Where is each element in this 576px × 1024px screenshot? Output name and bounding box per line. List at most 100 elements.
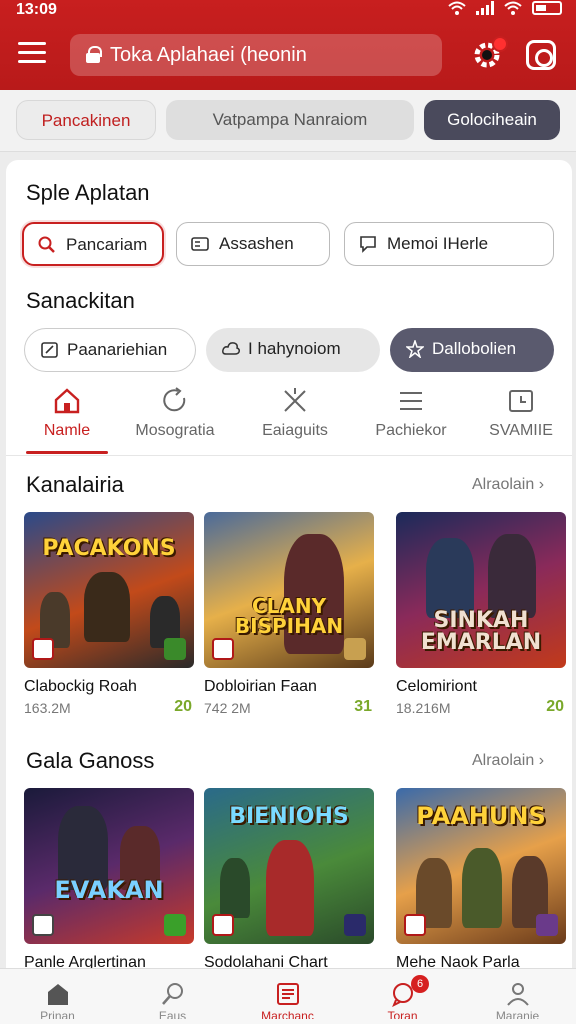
character-figure bbox=[462, 848, 502, 928]
bottom-nav-document[interactable]: Marchanc bbox=[230, 969, 345, 1024]
thumbnail-title: BIENIOHS bbox=[229, 804, 349, 829]
game-thumbnail: EVAKAN bbox=[24, 788, 194, 944]
top-tab-bar: Pancakinen Vatpampa Nanraiom Golociheain bbox=[0, 90, 576, 152]
chip-search[interactable]: Pancariam bbox=[22, 222, 164, 266]
game-rating: 20 bbox=[546, 698, 564, 715]
rating-badge-icon bbox=[344, 638, 366, 660]
rating-badge-icon bbox=[344, 914, 366, 936]
menu-icon[interactable] bbox=[18, 42, 46, 66]
signal-icon bbox=[476, 1, 494, 15]
document-icon bbox=[276, 983, 299, 1005]
character-figure bbox=[84, 572, 130, 642]
section1-title: Sple Aplatan bbox=[26, 180, 150, 205]
category-eaiaguits[interactable]: Eaiaguits bbox=[240, 376, 350, 452]
top-tab-3[interactable]: Golociheain bbox=[424, 100, 560, 140]
game-card[interactable]: PACAKONS Clabockig Roah 163.2M 20 bbox=[24, 512, 194, 716]
top-tab-2[interactable]: Vatpampa Nanraiom bbox=[166, 100, 414, 140]
home-icon bbox=[47, 984, 68, 1005]
game-thumbnail: PACAKONS bbox=[24, 512, 194, 668]
thumbnail-title: PAAHUNS bbox=[416, 802, 546, 830]
thumbnail-title: PACAKONS bbox=[42, 536, 176, 561]
message-icon bbox=[360, 236, 376, 253]
character-figure bbox=[488, 534, 536, 618]
chat-badge: 6 bbox=[411, 975, 429, 993]
chip-hahynoiom-label: I hahynoiom bbox=[248, 339, 341, 358]
category-eaiaguits-label: Eaiaguits bbox=[262, 422, 328, 439]
chip-paanariehian-label: Paanariehian bbox=[67, 340, 168, 359]
game-card[interactable]: BIENIOHS Sodolahani Chart bbox=[204, 788, 374, 972]
category-namle-label: Namle bbox=[43, 422, 91, 439]
character-figure bbox=[220, 858, 250, 918]
thumbnail-title: SINKAH EMARLAN bbox=[420, 608, 542, 655]
lock-icon bbox=[86, 46, 102, 63]
game-name: Dobloirian Faan bbox=[204, 678, 317, 695]
star-person-icon bbox=[406, 340, 424, 358]
bottom-nav-document-label: Marchanc bbox=[261, 1009, 314, 1019]
bottom-nav-profile-label: Maranie bbox=[495, 1009, 540, 1019]
category-svamiie-label: SVAMIIE bbox=[489, 422, 553, 439]
search-bar[interactable]: Toka Aplahaei (heonin bbox=[70, 34, 442, 76]
game-thumbnail: CLANY BISPIHAN bbox=[204, 512, 374, 668]
app-badge-icon bbox=[212, 914, 234, 936]
rail2-more-link[interactable]: Alraolain › bbox=[472, 752, 544, 770]
category-mosogratia-label: Mosogratia bbox=[135, 422, 215, 439]
game-size-value: 742 2M bbox=[204, 700, 251, 716]
bottom-nav-profile[interactable]: Maranie bbox=[460, 969, 575, 1024]
category-nav: Namle Mosogratia Eaiaguits Pachiekor SVA… bbox=[6, 376, 572, 456]
home-icon bbox=[54, 388, 80, 414]
chip-memoi[interactable]: Memoi IHerle bbox=[344, 222, 554, 266]
game-card[interactable]: SINKAH EMARLAN Celomiriont 18.216M 20 bbox=[396, 512, 566, 716]
calendar-icon bbox=[509, 390, 533, 412]
chip-assashen[interactable]: Assashen bbox=[176, 222, 330, 266]
category-svamiie[interactable]: SVAMIIE bbox=[466, 376, 576, 452]
bottom-nav: Prinan Eaus Marchanc 6 Toran Maranie bbox=[0, 968, 576, 1024]
bottom-nav-chat[interactable]: 6 Toran bbox=[345, 969, 460, 1024]
status-icons bbox=[448, 1, 562, 15]
game-size: 742 2M 31 bbox=[204, 698, 374, 716]
game-rating: 31 bbox=[354, 698, 372, 715]
rail1-title: Kanalairia bbox=[26, 472, 124, 497]
top-tab-1[interactable]: Pancakinen bbox=[16, 100, 156, 140]
edit-icon bbox=[41, 342, 58, 358]
chip-dallobolien[interactable]: Dallobolien bbox=[390, 328, 554, 372]
rating-badge-icon bbox=[164, 914, 186, 936]
category-pachiekor[interactable]: Pachiekor bbox=[356, 376, 466, 452]
chip-search-label: Pancariam bbox=[66, 235, 148, 254]
game-card[interactable]: PAAHUNS Mehe Naok Parla bbox=[396, 788, 566, 972]
app-badge-icon bbox=[404, 914, 426, 936]
status-time: 13:09 bbox=[16, 1, 57, 18]
category-pachiekor-label: Pachiekor bbox=[375, 422, 447, 439]
character-figure bbox=[426, 538, 474, 618]
bottom-nav-home-label: Prinan bbox=[40, 1009, 75, 1019]
card-icon bbox=[191, 237, 209, 251]
camera-icon[interactable] bbox=[526, 40, 556, 70]
rail1-more-link[interactable]: Alraolain › bbox=[472, 476, 544, 494]
main-card: Sple Aplatan Pancariam Assashen Memoi IH… bbox=[6, 160, 572, 1024]
game-thumbnail: PAAHUNS bbox=[396, 788, 566, 944]
game-thumbnail: BIENIOHS bbox=[204, 788, 374, 944]
section2-title: Sanackitan bbox=[26, 288, 135, 313]
game-card[interactable]: CLANY BISPIHAN Dobloirian Faan 742 2M 31 bbox=[204, 512, 374, 716]
search-bar-text: Toka Aplahaei (heonin bbox=[110, 44, 307, 66]
wifi-icon bbox=[504, 1, 522, 15]
status-bar: 13:09 bbox=[0, 0, 576, 22]
game-rating: 20 bbox=[174, 698, 192, 715]
character-figure bbox=[266, 840, 314, 936]
refresh-icon bbox=[163, 387, 186, 412]
app-header: 13:09 Toka Aplahaei (heonin bbox=[0, 0, 576, 90]
notification-badge bbox=[492, 36, 508, 52]
chip-paanariehian[interactable]: Paanariehian bbox=[24, 328, 196, 372]
category-namle[interactable]: Namle bbox=[12, 376, 122, 454]
rail2-title: Gala Ganoss bbox=[26, 748, 155, 773]
thumbnail-title: CLANY BISPIHAN bbox=[234, 594, 344, 638]
game-name: Celomiriont bbox=[396, 678, 477, 695]
search-icon bbox=[161, 983, 183, 1005]
app-badge-icon bbox=[32, 638, 54, 660]
profile-icon bbox=[506, 983, 529, 1006]
chip-hahynoiom[interactable]: I hahynoiom bbox=[206, 328, 380, 372]
bottom-nav-home[interactable]: Prinan bbox=[0, 969, 115, 1024]
game-card[interactable]: EVAKAN Panle Arglertinan bbox=[24, 788, 194, 972]
category-mosogratia[interactable]: Mosogratia bbox=[120, 376, 230, 452]
bottom-nav-search[interactable]: Eaus bbox=[115, 969, 230, 1024]
game-name: Clabockig Roah bbox=[24, 678, 137, 695]
